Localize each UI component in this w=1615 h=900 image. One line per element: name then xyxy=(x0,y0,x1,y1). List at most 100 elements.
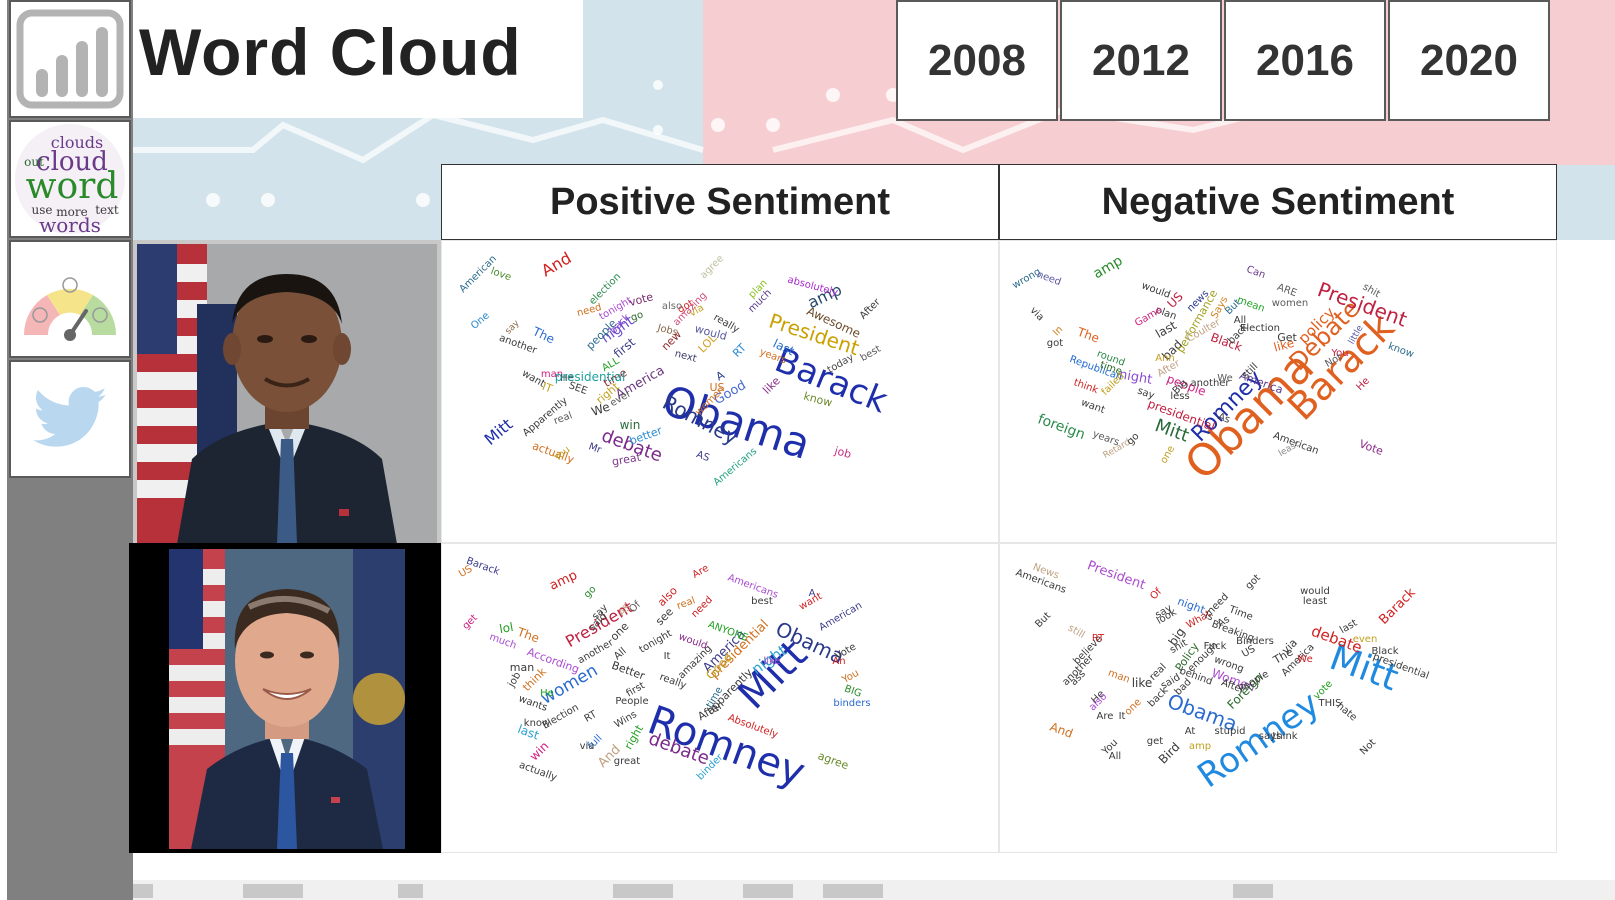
cloud-word: even xyxy=(1353,634,1378,645)
cloud-word: go xyxy=(582,584,599,601)
sentiment-gauge-icon xyxy=(23,277,117,341)
cloud-word: get xyxy=(1147,736,1164,747)
cloud-word: got xyxy=(1047,338,1063,349)
cloud-word: The xyxy=(1075,325,1102,346)
cloud-word: Americans xyxy=(712,446,760,488)
cloud-word: Fuck xyxy=(1204,641,1227,652)
cloud-word: one xyxy=(1158,444,1177,466)
cloud-word: still xyxy=(1066,623,1087,641)
cloud-word: women xyxy=(1272,298,1309,309)
cloud-word: presidential xyxy=(555,370,626,384)
romney-positive-cloud-svg: RomneyMittdebateObamaPresident presidenti… xyxy=(457,556,871,797)
cloud-word: RT xyxy=(730,341,749,360)
year-button-2008[interactable]: 2008 xyxy=(896,0,1058,121)
cloud-word: Are xyxy=(1097,711,1114,722)
cloud-word: Ann xyxy=(1155,353,1175,364)
cloud-word: next xyxy=(674,348,698,364)
cloud-word: And xyxy=(538,248,575,280)
cloud-word: All xyxy=(1109,751,1121,762)
cloud-word: think xyxy=(1072,377,1100,396)
cloud-word: win xyxy=(620,418,641,432)
year-button-2020[interactable]: 2020 xyxy=(1388,0,1550,121)
twitter-nav-button[interactable] xyxy=(9,360,131,478)
cloud-word: ARE xyxy=(1276,282,1299,299)
cloud-word: one xyxy=(1123,697,1144,718)
cloud-word: great xyxy=(611,451,643,469)
cloud-word: A xyxy=(809,588,816,599)
cloud-word: We xyxy=(1297,654,1312,665)
cloud-word: Time xyxy=(1227,604,1255,623)
cloud-word: Barack xyxy=(1376,585,1419,628)
thumbnail-cloud-word: words xyxy=(39,213,101,236)
cloud-word: need xyxy=(1035,269,1062,288)
cloud-word: also xyxy=(662,301,682,312)
sentiment-gauge-nav-button[interactable] xyxy=(9,240,131,358)
romney-positive-wordcloud: Romney Mitt debate Obama President presidenti… xyxy=(441,543,999,853)
obama-negative-cloud-svg: ObamaBarackDebateRomneyPresidentMittpoli… xyxy=(1011,253,1416,490)
thumbnail-cloud-word: out xyxy=(24,155,44,169)
twitter-bird-icon xyxy=(33,387,107,447)
romney-negative-wordcloud: Romney Mitt Obama debate President Barack Poli… xyxy=(999,543,1557,853)
cloud-word: like xyxy=(1132,676,1153,690)
word-cloud-nav-button[interactable]: clouds cloud word out use more text words xyxy=(9,120,131,238)
bottom-decoration-strip xyxy=(133,880,1615,900)
cloud-word: think xyxy=(1272,731,1297,742)
cloud-word: go xyxy=(629,309,644,324)
cloud-word: RT xyxy=(583,709,600,725)
romney-negative-cloud-svg: RomneyMittObamadebatePresidentBarackPoli… xyxy=(1014,558,1430,796)
cloud-word: amp xyxy=(1091,253,1126,282)
cloud-word: amp xyxy=(1189,741,1211,752)
cloud-word: stupid xyxy=(1215,726,1246,737)
cloud-word: job xyxy=(832,444,853,461)
positive-sentiment-header: Positive Sentiment xyxy=(441,164,999,240)
cloud-word: agree xyxy=(816,749,850,772)
cloud-word: also xyxy=(1087,691,1109,713)
cloud-word: lol xyxy=(498,620,514,636)
cloud-word: want xyxy=(1079,397,1106,416)
cloud-word: Mitt xyxy=(481,415,517,449)
page-title: Word Cloud xyxy=(139,15,522,89)
cloud-word: At xyxy=(1185,726,1196,737)
year-button-2016[interactable]: 2016 xyxy=(1224,0,1386,121)
cloud-word: One xyxy=(469,310,492,332)
cloud-word: President xyxy=(1085,558,1147,593)
cloud-word: say xyxy=(1136,386,1156,402)
romney-photo-cell xyxy=(129,543,441,853)
cloud-word: got xyxy=(1244,572,1263,591)
cloud-word: After xyxy=(858,296,883,321)
cloud-word: American xyxy=(817,600,864,633)
cloud-word: get xyxy=(461,612,480,631)
obama-positive-cloud-svg: ObamaBarackRomneyPresidentdebateMittAnda… xyxy=(458,248,894,488)
cloud-word: AS xyxy=(695,449,711,464)
obama-negative-wordcloud: Obama Barack Debate Romney President Mitt poli… xyxy=(999,240,1557,543)
cloud-word: love xyxy=(489,266,512,284)
romney-portrait xyxy=(169,549,405,849)
cloud-word: The xyxy=(515,625,542,646)
year-button-2012[interactable]: 2012 xyxy=(1060,0,1222,121)
cloud-word: amp xyxy=(547,568,580,594)
cloud-word: Better xyxy=(610,659,647,683)
left-nav: clouds cloud word out use more text words xyxy=(7,0,133,900)
cloud-word: An xyxy=(832,656,845,667)
cloud-word: win xyxy=(527,739,552,764)
cloud-word: You xyxy=(840,668,861,687)
title-box: Word Cloud xyxy=(133,0,583,118)
report-bar-chart-icon xyxy=(16,9,124,109)
cloud-word: In xyxy=(1051,324,1065,338)
cloud-word: best xyxy=(859,344,883,364)
cloud-word: The xyxy=(530,324,557,347)
cloud-word: binders xyxy=(833,698,870,709)
cloud-word: Of xyxy=(1148,586,1164,602)
cloud-word: Can xyxy=(1245,264,1267,281)
cloud-word: agree xyxy=(698,253,726,281)
cloud-word: But xyxy=(1033,610,1053,630)
cloud-word: Vote xyxy=(1357,437,1385,458)
cloud-word: Binders xyxy=(1236,636,1274,647)
cloud-word: We xyxy=(1217,373,1232,384)
cloud-word: like xyxy=(763,656,780,667)
report-nav-button[interactable] xyxy=(9,0,131,118)
cloud-word: He xyxy=(540,688,554,699)
cloud-word: best xyxy=(751,596,773,607)
cloud-word: years xyxy=(1091,429,1121,449)
cloud-word: foreign xyxy=(1036,411,1088,443)
